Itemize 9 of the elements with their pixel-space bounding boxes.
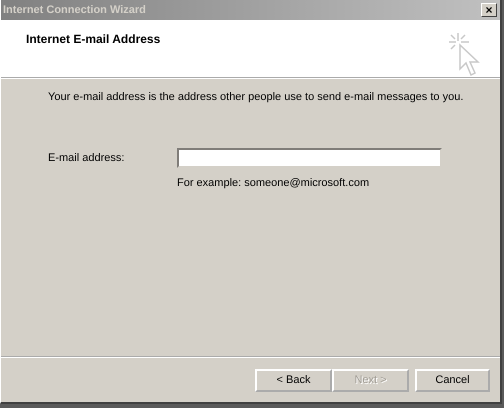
example-text: For example: someone@microsoft.com (177, 177, 370, 189)
window-title: Internet Connection Wizard (3, 4, 146, 16)
cancel-button[interactable]: Cancel (415, 368, 490, 392)
back-button[interactable]: < Back (255, 368, 332, 392)
description-text: Your e-mail address is the address other people use to send e-mail messages to you. (48, 91, 464, 103)
field-label: E-mail address: (48, 152, 126, 164)
page-title: Internet E-mail Address (26, 32, 160, 48)
close-button[interactable]: × (481, 3, 497, 17)
email-field[interactable] (177, 148, 442, 168)
